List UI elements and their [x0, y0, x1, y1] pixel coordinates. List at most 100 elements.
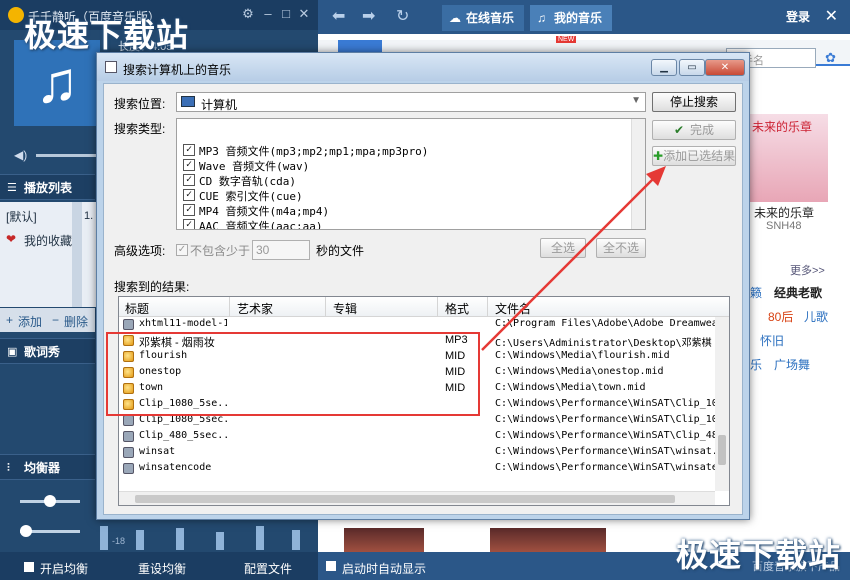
eq-band[interactable] [100, 526, 108, 550]
close-window-icon[interactable]: ✕ [825, 6, 838, 26]
hscroll-thumb[interactable] [135, 495, 675, 503]
lyrics-icon: ▣ [7, 346, 18, 358]
stop-search-button[interactable]: 停止搜索 [652, 92, 736, 112]
category-tag[interactable]: 乐 [750, 356, 762, 373]
equalizer-header-label: 均衡器 [24, 461, 61, 475]
seconds-suffix: 秒的文件 [316, 244, 365, 258]
category-tag[interactable]: 籁 [750, 284, 762, 301]
settings-icon[interactable]: ⚙ [240, 6, 256, 22]
tab-online-music-label: 在线音乐 [466, 11, 515, 25]
delete-icon: − [52, 313, 60, 327]
category-tag[interactable]: 儿歌 [804, 308, 828, 325]
results-vertical-scrollbar[interactable] [715, 317, 729, 491]
autostart-option[interactable]: 启动时自动显示 [326, 560, 426, 577]
exclude-seconds-input[interactable]: 30 [252, 240, 310, 260]
search-icon[interactable]: ✿ [825, 50, 836, 66]
type-checkbox[interactable]: ✓ [183, 189, 195, 201]
location-select[interactable]: 计算机 ▼ [176, 92, 646, 112]
table-row[interactable]: winsat C:\Windows\Performance\WinSAT\win… [119, 445, 715, 461]
dialog-title: 搜索计算机上的音乐 [123, 63, 232, 77]
highlight-box [106, 332, 480, 416]
video-file-icon [123, 319, 134, 330]
reset-eq-button[interactable]: 重设均衡 [138, 560, 186, 577]
autostart-checkbox[interactable] [326, 561, 336, 571]
thumbnail[interactable] [344, 528, 424, 552]
type-label: 搜索类型: [114, 122, 166, 136]
video-file-icon [123, 431, 134, 442]
new-badge: NEW [556, 36, 577, 43]
minimize-icon[interactable]: – [260, 6, 276, 22]
playlist-scrollbar[interactable] [72, 202, 82, 307]
add-button[interactable]: 添加 [18, 313, 42, 330]
playlist-song-index[interactable]: 1. [84, 210, 93, 222]
app-logo-icon [8, 7, 24, 23]
row-title: winsatencode [139, 462, 212, 473]
exclude-checkbox[interactable]: ✓ [176, 244, 188, 256]
enable-eq-checkbox[interactable] [24, 562, 34, 572]
top-navigation: ⬅ ➡ ↻ ☁ 在线音乐 ♫ 我的音乐 登录 ✕ [318, 0, 850, 34]
table-row[interactable]: winsatencode C:\Windows\Performance\WinS… [119, 461, 715, 477]
results-horizontal-scrollbar[interactable] [119, 491, 715, 505]
maximize-icon[interactable]: □ [278, 6, 294, 22]
eq-band[interactable] [292, 530, 300, 550]
column-album[interactable]: 专辑 [333, 300, 357, 317]
dialog-titlebar: 搜索计算机上的音乐 ▁ ▭ ✕ [97, 53, 749, 81]
dialog-minimize-icon[interactable]: ▁ [651, 59, 677, 76]
thumbnail[interactable] [490, 528, 606, 552]
file-type-label: AAC 音频文件(aac;aa) [199, 220, 323, 230]
album-artist[interactable]: SNH48 [766, 220, 801, 232]
eq-surround-knob[interactable] [20, 525, 32, 537]
equalizer-header[interactable]: ⫶ 均衡器 [0, 454, 95, 480]
eq-band[interactable] [136, 530, 144, 550]
enable-eq-label[interactable]: 开启均衡 [40, 560, 88, 577]
config-file-button[interactable]: 配置文件 [244, 560, 292, 577]
category-tag[interactable]: 广场舞 [774, 356, 810, 373]
table-row[interactable]: Clip_480_5sec... C:\Windows\Performance\… [119, 429, 715, 445]
list-icon: ☰ [7, 182, 17, 194]
type-checkbox[interactable]: ✓ [183, 144, 195, 156]
type-checkbox[interactable]: ✓ [183, 174, 195, 186]
back-arrow-icon[interactable]: ⬅ [332, 6, 345, 26]
exclude-label: 不包含少于 [190, 244, 251, 258]
row-file: C:\Windows\Performance\WinSAT\Clip_480_5 [495, 430, 715, 441]
eq-balance-knob[interactable] [44, 495, 56, 507]
results-label: 搜索到的结果: [114, 280, 190, 294]
scroll-thumb[interactable] [718, 435, 726, 465]
row-file: C:\Windows\Performance\WinSAT\Clip_1080_ [495, 398, 715, 409]
column-artist[interactable]: 艺术家 [237, 300, 273, 317]
category-tag[interactable]: 怀旧 [760, 332, 784, 349]
volume-icon[interactable]: ◀) [14, 148, 27, 162]
tab-my-music[interactable]: ♫ 我的音乐 [530, 5, 613, 31]
dialog-maximize-icon[interactable]: ▭ [679, 59, 705, 76]
row-file: C:\Windows\Media\town.mid [495, 382, 646, 393]
more-link[interactable]: 更多>> [790, 262, 825, 278]
playlist-item-favorites[interactable]: 我的收藏 [24, 232, 72, 249]
type-checkbox[interactable]: ✓ [183, 219, 195, 229]
login-button[interactable]: 登录 [786, 8, 810, 25]
delete-button[interactable]: 删除 [64, 313, 88, 330]
tab-online-music[interactable]: ☁ 在线音乐 [442, 5, 525, 31]
close-icon[interactable]: ✕ [296, 6, 312, 22]
eq-band[interactable] [176, 528, 184, 550]
category-tag[interactable]: 80后 [768, 308, 793, 325]
playlist-item-default[interactable]: [默认] [6, 208, 37, 225]
album-title[interactable]: 未来的乐章 [754, 204, 814, 221]
dialog-close-icon[interactable]: ✕ [705, 59, 745, 76]
column-title[interactable]: 标题 [125, 300, 149, 317]
lyrics-header[interactable]: ▣ 歌词秀 [0, 338, 95, 364]
chevron-down-icon[interactable]: ▼ [631, 95, 641, 106]
type-checkbox[interactable]: ✓ [183, 204, 195, 216]
type-checkbox[interactable]: ✓ [183, 159, 195, 171]
playlist-header[interactable]: ☰ 播放列表 [0, 174, 95, 200]
file-type-label: MP3 音频文件(mp3;mp2;mp1;mpa;mp3pro) [199, 145, 429, 158]
category-tag[interactable]: 经典老歌 [774, 284, 822, 301]
eq-band[interactable] [256, 526, 264, 550]
eq-band[interactable] [216, 532, 224, 550]
forward-arrow-icon[interactable]: ➡ [362, 6, 375, 26]
done-button[interactable]: ✔ 完成 [652, 120, 736, 140]
video-file-icon [123, 415, 134, 426]
column-format[interactable]: 格式 [445, 300, 469, 317]
row-file: C:\Windows\Performance\WinSAT\winsatenco [495, 462, 715, 473]
player-bottom-bar: 开启均衡 重设均衡 配置文件 [0, 552, 318, 580]
refresh-icon[interactable]: ↻ [396, 6, 409, 26]
